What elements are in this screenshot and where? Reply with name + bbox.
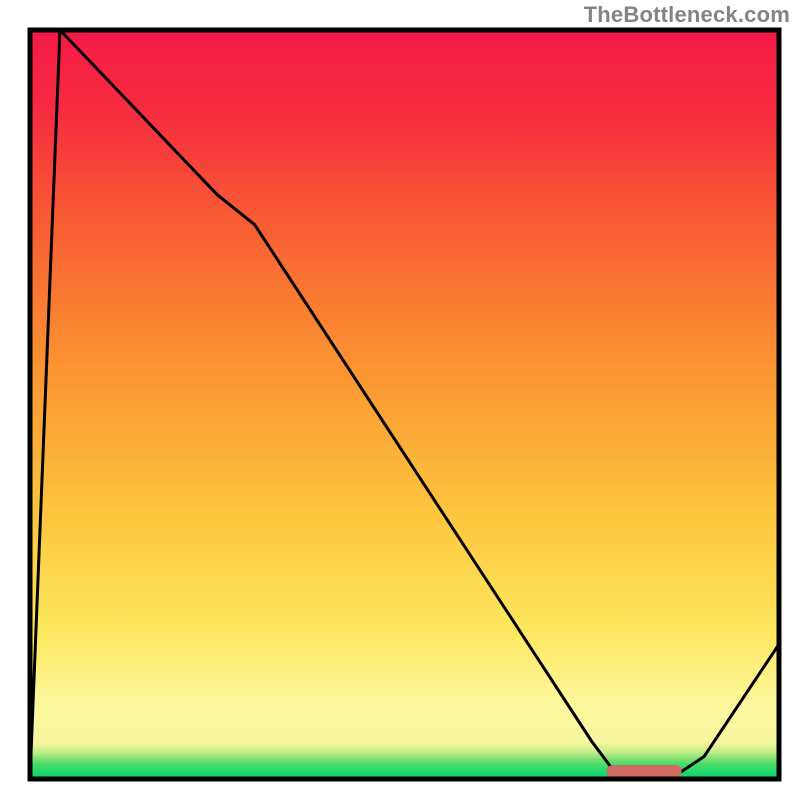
optimal-marker — [607, 765, 682, 778]
plot-background — [30, 30, 779, 779]
bottleneck-chart — [0, 0, 800, 800]
attribution-text: TheBottleneck.com — [584, 2, 790, 28]
